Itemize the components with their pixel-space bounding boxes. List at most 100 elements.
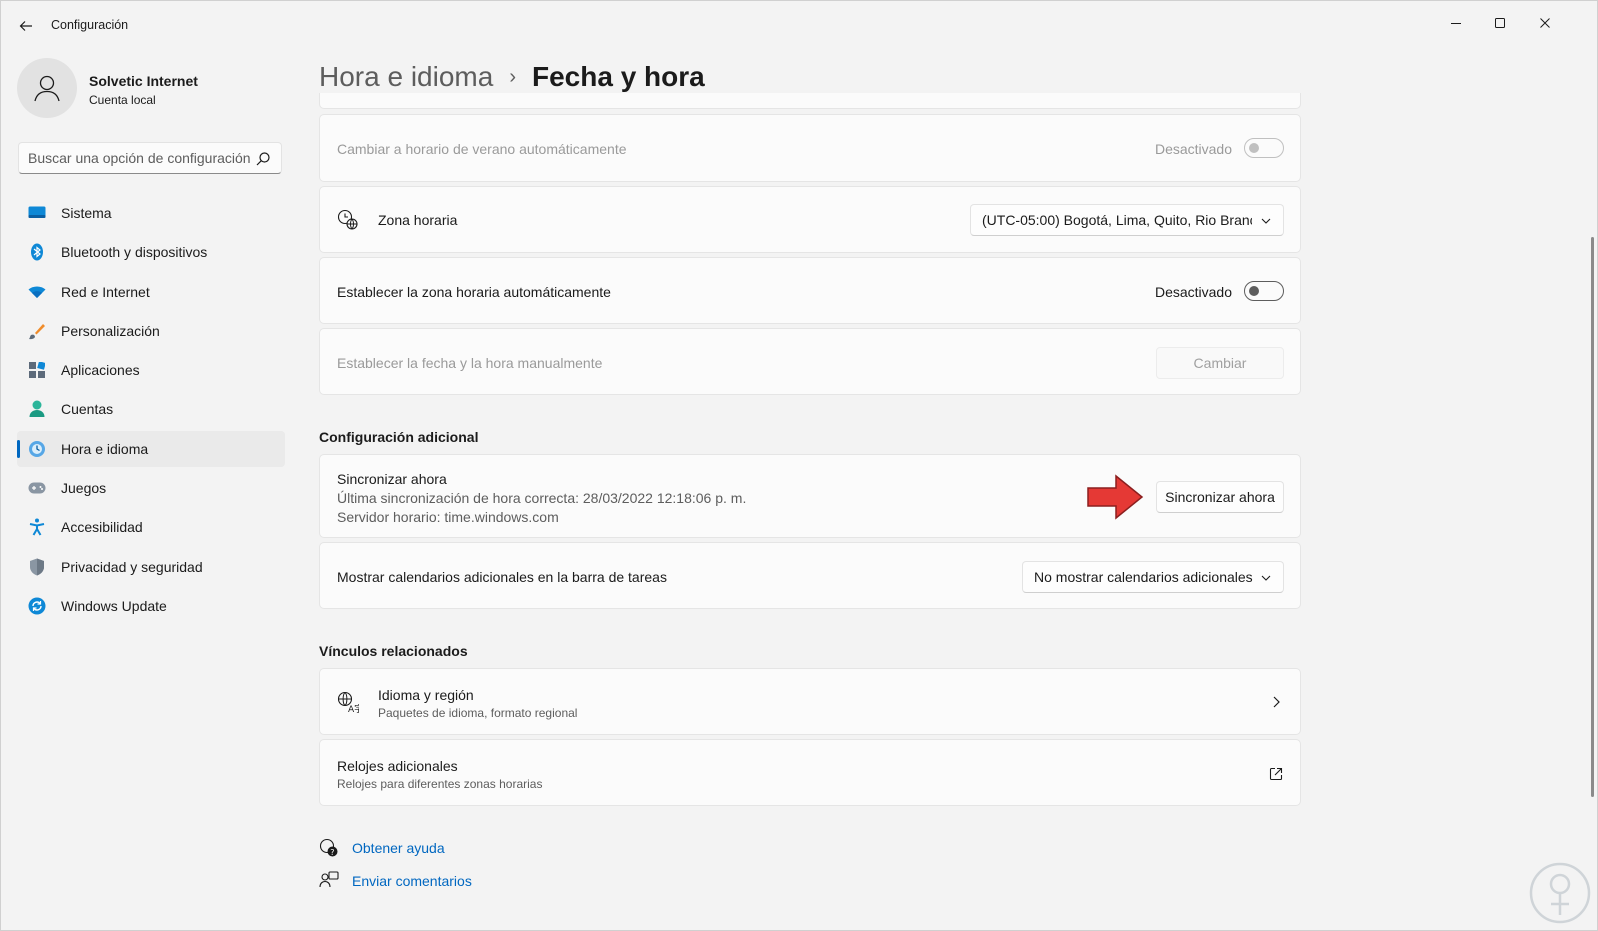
change-button[interactable]: Cambiar	[1156, 347, 1284, 379]
sidebar-item-aplicaciones[interactable]: Aplicaciones	[17, 352, 285, 388]
sidebar-nav: Sistema Bluetooth y dispositivos Red e I…	[17, 195, 285, 627]
auto-timezone-toggle[interactable]	[1244, 281, 1284, 301]
sync-server: Servidor horario: time.windows.com	[337, 509, 559, 525]
search-box[interactable]	[18, 142, 282, 174]
sidebar-item-label: Red e Internet	[61, 283, 150, 300]
setting-manual-datetime: Establecer la fecha y la hora manualment…	[319, 328, 1301, 395]
minimize-icon	[1451, 23, 1461, 24]
feedback-link-text[interactable]: Enviar comentarios	[352, 873, 472, 889]
sidebar-item-privacidad[interactable]: Privacidad y seguridad	[17, 549, 285, 585]
link-title: Idioma y región	[378, 687, 474, 703]
setting-label: Establecer la zona horaria automáticamen…	[337, 284, 611, 300]
sidebar-item-cuentas[interactable]: Cuentas	[17, 391, 285, 427]
sidebar-item-label: Cuentas	[61, 401, 114, 418]
sidebar-item-red[interactable]: Red e Internet	[17, 274, 285, 310]
avatar	[17, 58, 77, 118]
toggle-knob	[1249, 286, 1259, 296]
open-external-icon	[1269, 767, 1283, 781]
bluetooth-icon	[28, 243, 46, 261]
sync-last: Última sincronización de hora correcta: …	[337, 490, 747, 506]
calendars-dropdown[interactable]: No mostrar calendarios adicionales	[1022, 561, 1284, 593]
toggle-state: Desactivado	[1154, 284, 1232, 300]
user-profile[interactable]: Solvetic Internet Cuenta local	[17, 58, 287, 118]
svg-text:A字: A字	[348, 703, 359, 713]
sidebar-item-label: Aplicaciones	[61, 362, 140, 379]
scrollbar-thumb[interactable]	[1591, 237, 1594, 797]
feedback-link[interactable]: Enviar comentarios	[319, 869, 472, 893]
red-arrow-annotation	[1087, 474, 1144, 520]
shield-icon	[28, 558, 46, 576]
search-icon	[256, 152, 270, 166]
setting-label: Establecer la fecha y la hora manualment…	[337, 355, 603, 371]
search-input[interactable]	[28, 143, 254, 173]
sidebar-item-accesibilidad[interactable]: Accesibilidad	[17, 509, 285, 545]
sidebar-item-windows-update[interactable]: Windows Update	[17, 588, 285, 624]
breadcrumb-separator: ›	[509, 65, 516, 88]
sidebar-item-personalizacion[interactable]: Personalización	[17, 313, 285, 349]
sidebar-item-bluetooth[interactable]: Bluetooth y dispositivos	[17, 234, 285, 270]
link-title: Relojes adicionales	[337, 758, 458, 774]
sidebar-item-hora-idioma[interactable]: Hora e idioma	[17, 430, 285, 467]
settings-window: Configuración Solvetic Internet Cuenta l…	[0, 0, 1598, 931]
title-bar: Configuración	[1, 1, 1597, 49]
breadcrumb: Hora e idioma › Fecha y hora	[319, 57, 705, 97]
link-language-region[interactable]: A字 Idioma y región Paquetes de idioma, f…	[319, 668, 1301, 735]
sidebar-item-label: Accesibilidad	[61, 519, 143, 536]
brush-icon	[28, 322, 46, 340]
setting-label: Mostrar calendarios adicionales en la ba…	[337, 569, 667, 585]
sidebar-item-label: Sistema	[61, 205, 112, 221]
svg-text:?: ?	[330, 848, 334, 857]
maximize-button[interactable]	[1478, 7, 1522, 39]
clock-globe-icon	[337, 209, 358, 230]
help-link-text[interactable]: Obtener ayuda	[352, 840, 445, 856]
update-icon	[28, 597, 46, 615]
toggle-knob	[1249, 143, 1259, 153]
setting-calendars: Mostrar calendarios adicionales en la ba…	[319, 542, 1301, 609]
page-title: Fecha y hora	[531, 61, 705, 92]
monitor-icon	[28, 204, 46, 222]
card-partial	[319, 93, 1301, 109]
sidebar-item-sistema[interactable]: Sistema	[17, 195, 285, 231]
sidebar-item-label: Bluetooth y dispositivos	[61, 244, 208, 261]
dst-toggle[interactable]	[1244, 138, 1284, 158]
dropdown-value: No mostrar calendarios adicionales	[1034, 569, 1253, 585]
close-button[interactable]	[1523, 7, 1567, 39]
profile-account-type: Cuenta local	[89, 93, 156, 107]
language-icon: A字	[337, 691, 359, 713]
apps-icon	[28, 361, 46, 379]
profile-name: Solvetic Internet	[89, 73, 198, 89]
link-additional-clocks[interactable]: Relojes adicionales Relojes para diferen…	[319, 739, 1301, 806]
sidebar-item-juegos[interactable]: Juegos	[17, 470, 285, 506]
timezone-dropdown[interactable]: (UTC-05:00) Bogotá, Lima, Quito, Rio Bra…	[970, 204, 1284, 236]
chevron-down-icon	[1261, 575, 1271, 581]
setting-label: Cambiar a horario de verano automáticame…	[337, 141, 627, 157]
solvetic-logo-icon	[1529, 862, 1591, 924]
setting-timezone: Zona horaria (UTC-05:00) Bogotá, Lima, Q…	[319, 186, 1301, 253]
sync-title: Sincronizar ahora	[337, 471, 447, 487]
chevron-right-icon	[1273, 696, 1280, 708]
setting-sync: Sincronizar ahora Última sincronización …	[319, 454, 1301, 538]
help-link[interactable]: ? Obtener ayuda	[319, 836, 445, 860]
toggle-state: Desactivado	[1154, 141, 1232, 157]
help-icon: ?	[319, 838, 338, 857]
sidebar-item-label: Privacidad y seguridad	[61, 558, 203, 575]
chevron-down-icon	[1261, 218, 1271, 224]
close-icon	[1540, 18, 1550, 28]
minimize-button[interactable]	[1434, 7, 1478, 39]
sidebar-item-label: Personalización	[61, 322, 160, 339]
maximize-icon	[1495, 18, 1505, 28]
sidebar-item-label: Juegos	[61, 480, 107, 497]
accessibility-icon	[28, 518, 46, 536]
breadcrumb-parent[interactable]: Hora e idioma	[319, 61, 493, 93]
sidebar-item-label: Hora e idioma	[61, 440, 149, 457]
clock-globe-icon	[28, 440, 46, 458]
back-button[interactable]	[15, 15, 37, 37]
setting-auto-timezone: Establecer la zona horaria automáticamen…	[319, 257, 1301, 324]
app-title: Configuración	[51, 18, 129, 32]
gamepad-icon	[28, 479, 46, 497]
sidebar-item-label: Windows Update	[61, 597, 167, 614]
sync-now-button[interactable]: Sincronizar ahora	[1156, 481, 1284, 513]
wifi-icon	[28, 283, 46, 301]
person-icon	[28, 400, 46, 418]
link-subtitle: Paquetes de idioma, formato regional	[378, 706, 578, 720]
